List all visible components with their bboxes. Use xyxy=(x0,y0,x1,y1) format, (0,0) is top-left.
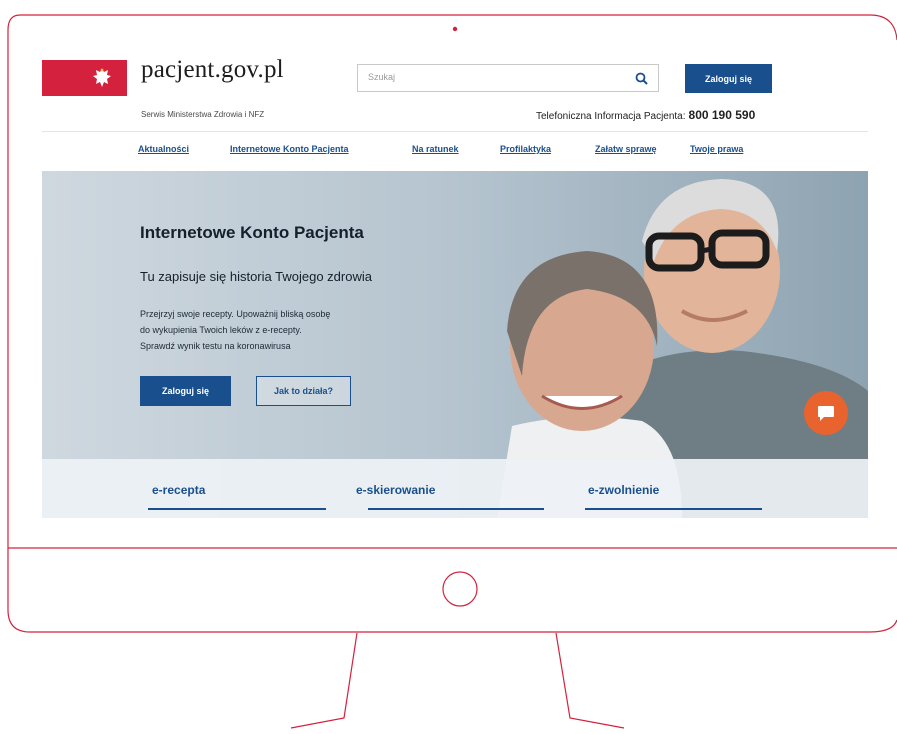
hero-login-button[interactable]: Zaloguj się xyxy=(140,376,231,406)
service-e-zwolnienie[interactable]: e-zwolnienie xyxy=(588,483,659,497)
nav-item-profilaktyka[interactable]: Profilaktyka xyxy=(500,144,551,154)
camera-dot xyxy=(452,26,458,32)
hero-banner: Internetowe Konto Pacjenta Tu zapisuje s… xyxy=(42,171,868,518)
nav-item-zalatw-sprawe[interactable]: Załatw sprawę xyxy=(595,144,657,154)
hero-title: Internetowe Konto Pacjenta xyxy=(140,223,364,242)
service-e-recepta[interactable]: e-recepta xyxy=(152,483,205,497)
hero-subtitle: Tu zapisuje się historia Twojego zdrowia xyxy=(140,269,372,284)
nav-item-na-ratunek[interactable]: Na ratunek xyxy=(412,144,459,154)
eagle-emblem-icon xyxy=(93,68,111,87)
hotline-label: Telefoniczna Informacja Pacjenta: xyxy=(536,111,686,122)
hero-description: Przejrzyj swoje recepty. Upoważnij blisk… xyxy=(140,306,390,354)
hotline-number[interactable]: 800 190 590 xyxy=(689,108,756,122)
logo-flag[interactable] xyxy=(42,60,127,96)
main-nav: Aktualności Internetowe Konto Pacjenta N… xyxy=(42,144,868,164)
service-underline xyxy=(585,508,762,510)
site-subtitle: Serwis Ministerstwa Zdrowia i NFZ xyxy=(141,110,265,119)
header-divider xyxy=(42,131,868,132)
service-tiles: e-recepta e-skierowanie e-zwolnienie xyxy=(42,459,868,518)
website-screen: pacjent.gov.pl Serwis Ministerstwa Zdrow… xyxy=(42,48,868,518)
header-login-button[interactable]: Zaloguj się xyxy=(685,64,772,93)
chat-button[interactable] xyxy=(804,391,848,435)
service-underline xyxy=(148,508,326,510)
service-underline xyxy=(368,508,544,510)
search-icon[interactable] xyxy=(635,72,648,85)
hero-description-line: Przejrzyj swoje recepty. Upoważnij blisk… xyxy=(140,309,331,319)
service-e-skierowanie[interactable]: e-skierowanie xyxy=(356,483,435,497)
how-it-works-button[interactable]: Jak to działa? xyxy=(256,376,351,406)
nav-item-ikp[interactable]: Internetowe Konto Pacjenta xyxy=(230,144,349,154)
hotline-info: Telefoniczna Informacja Pacjenta: 800 190… xyxy=(536,108,755,122)
search-box[interactable] xyxy=(357,64,659,92)
site-logo-text[interactable]: pacjent.gov.pl xyxy=(141,56,284,84)
power-button-icon xyxy=(442,571,478,607)
search-input[interactable] xyxy=(366,71,620,83)
hero-description-line: do wykupienia Twoich leków z e-recepty. xyxy=(140,325,302,335)
nav-item-twoje-prawa[interactable]: Twoje prawa xyxy=(690,144,743,154)
chat-icon xyxy=(818,406,834,421)
hero-description-line: Sprawdź wynik testu na koronawirusa xyxy=(140,341,291,351)
nav-item-aktualnosci[interactable]: Aktualności xyxy=(138,144,189,154)
